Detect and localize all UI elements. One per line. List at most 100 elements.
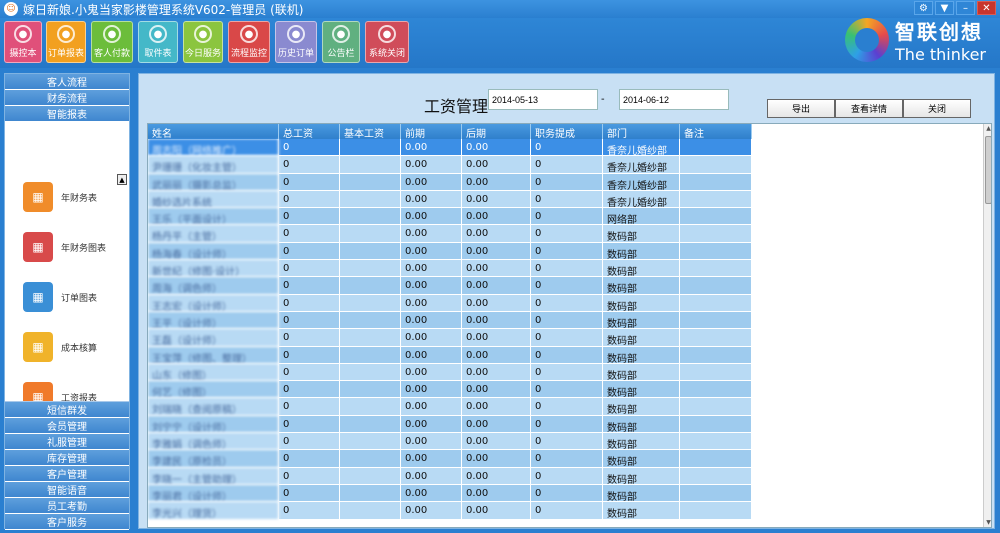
table-row[interactable]: 刘宁宁（设计师） 0 0.00 0.00 0 数码部 (148, 415, 752, 434)
table-cell: 0.00 (401, 329, 462, 347)
table-cell (340, 156, 401, 174)
delivery-icon: ● (149, 25, 167, 43)
table-row[interactable]: 李雅娟（调色师） 0 0.00 0.00 0 数码部 (148, 433, 752, 451)
sidebar-section-7[interactable]: 客户服务 (5, 514, 129, 530)
table-row[interactable]: 李晓一（主管助理） 0 0.00 0.00 0 数码部 (148, 467, 752, 485)
sidebar-report-item[interactable]: ▦ 成本核算 (23, 332, 97, 362)
toolbar-button-4[interactable]: ● 今日服务 (183, 21, 223, 63)
table-cell (680, 346, 752, 364)
toolbar-button-6[interactable]: ● 历史订单 (275, 21, 317, 63)
skin-icon[interactable]: ▼ (935, 1, 954, 15)
table-cell (680, 156, 752, 174)
table-row[interactable]: 周志阳（网络推广） 0 0.00 0.00 0 香奈儿婚纱部 (148, 139, 752, 157)
table-cell: 0.00 (401, 277, 462, 295)
sidebar-section-6[interactable]: 员工考勤 (5, 498, 129, 514)
table-row[interactable]: 王乐（平面设计） 0 0.00 0.00 0 网络部 (148, 208, 752, 226)
column-header[interactable]: 基本工资 (340, 124, 401, 140)
table-row[interactable]: 山东（修图） 0 0.00 0.00 0 数码部 (148, 363, 752, 382)
sidebar-section-2[interactable]: 礼服管理 (5, 434, 129, 450)
settings-icon[interactable]: ⚙ (914, 1, 933, 15)
table-cell: 数码部 (603, 346, 680, 364)
table-row[interactable]: 武丽丽（摄影总监） 0 0.00 0.00 0 香奈儿婚纱部 (148, 173, 752, 191)
scroll-up-icon[interactable]: ▲ (984, 124, 991, 133)
sidebar-report-item[interactable]: ▦ 订单图表 (23, 282, 97, 312)
table-scrollbar[interactable]: ▲ ▼ (983, 124, 991, 527)
sidebar-section-2[interactable]: 智能报表 (5, 106, 129, 122)
toolbar-button-2[interactable]: ● 客人付款 (91, 21, 133, 63)
table-cell: 0 (279, 260, 340, 278)
table-cell: 0 (279, 311, 340, 330)
table-cell: 0 (279, 139, 340, 157)
sidebar-section-4[interactable]: 客户管理 (5, 466, 129, 482)
calc-icon: ▦ (23, 332, 53, 362)
table-cell: 0.00 (462, 329, 531, 347)
table-cell: 0.00 (462, 225, 531, 243)
table-cell: 0.00 (401, 398, 462, 416)
table-row[interactable]: 何艺（修图） 0 0.00 0.00 0 数码部 (148, 381, 752, 399)
table-row[interactable]: 周海（调色师） 0 0.00 0.00 0 数码部 (148, 277, 752, 295)
column-header[interactable]: 备注 (680, 124, 752, 140)
table-row[interactable]: 新世纪（修图·设计） 0 0.00 0.00 0 数码部 (148, 260, 752, 278)
scroll-up-icon[interactable]: ▲ (117, 174, 127, 185)
table-row[interactable]: 王宝萍（修图、整理） 0 0.00 0.00 0 数码部 (148, 346, 752, 364)
table-cell: 李晓一（主管助理） (148, 467, 279, 485)
table-cell: 杨丹平（主管） (148, 225, 279, 243)
table-icon: ▦ (23, 282, 53, 312)
column-header[interactable]: 部门 (603, 124, 680, 140)
sidebar-section-0[interactable]: 短信群发 (5, 402, 129, 418)
sidebar-section-5[interactable]: 智能语音 (5, 482, 129, 498)
table-cell: 0 (279, 173, 340, 191)
table-row[interactable]: 李丽君（设计师） 0 0.00 0.00 0 数码部 (148, 484, 752, 503)
table-cell: 0 (279, 502, 340, 520)
table-cell: 0 (531, 190, 603, 209)
table-cell: 0.00 (401, 294, 462, 312)
table-cell: 0.00 (462, 433, 531, 451)
view-detail-button[interactable]: 查看详情 (835, 99, 903, 118)
sidebar-section-1[interactable]: 财务流程 (5, 90, 129, 106)
toolbar-button-7[interactable]: ● 公告栏 (322, 21, 360, 63)
sidebar-report-item[interactable]: ▦ 年财务表 (23, 182, 97, 212)
close-button[interactable]: 关闭 (903, 99, 971, 118)
table-row[interactable]: 刘瑞晓（查阅原稿） 0 0.00 0.00 0 数码部 (148, 398, 752, 416)
toolbar-button-5[interactable]: ● 流程监控 (228, 21, 270, 63)
sidebar-section-3[interactable]: 库存管理 (5, 450, 129, 466)
sidebar-report-item[interactable]: ▦ 年财务图表 (23, 232, 106, 262)
close-icon[interactable]: ✕ (977, 1, 996, 15)
table-row[interactable]: 李光兴（理货） 0 0.00 0.00 0 数码部 (148, 502, 752, 520)
table-row[interactable]: 杨丹平（主管） 0 0.00 0.00 0 数码部 (148, 225, 752, 243)
date-to-input[interactable] (619, 89, 729, 110)
column-header[interactable]: 姓名 (148, 124, 279, 140)
table-cell: 0.00 (462, 260, 531, 278)
scroll-thumb[interactable] (985, 136, 991, 204)
column-header[interactable]: 后期 (462, 124, 531, 140)
table-row[interactable]: 王志宏（设计师） 0 0.00 0.00 0 数码部 (148, 294, 752, 312)
sidebar-section-1[interactable]: 会员管理 (5, 418, 129, 434)
minimize-icon[interactable]: – (956, 1, 975, 15)
table-row[interactable]: 尹珊珊（化妆主管） 0 0.00 0.00 0 香奈儿婚纱部 (148, 156, 752, 174)
sidebar-report-item[interactable]: ▦ 工资报表 (23, 382, 97, 401)
date-from-input[interactable] (488, 89, 598, 110)
toolbar-button-0[interactable]: ● 摄控本 (4, 21, 42, 63)
table-cell: 0 (531, 139, 603, 157)
toolbar-button-3[interactable]: ● 取件表 (138, 21, 178, 63)
table-row[interactable]: 王平（设计师） 0 0.00 0.00 0 数码部 (148, 311, 752, 330)
column-header[interactable]: 总工资 (279, 124, 340, 140)
table-cell: 0 (279, 242, 340, 261)
table-row[interactable]: 王磊（设计师） 0 0.00 0.00 0 数码部 (148, 329, 752, 347)
column-header[interactable]: 职务提成 (531, 124, 603, 140)
toolbar-button-1[interactable]: ● 订单报表 (46, 21, 86, 63)
table-cell (680, 311, 752, 330)
sidebar-section-0[interactable]: 客人流程 (5, 74, 129, 90)
megaphone-icon: ● (332, 25, 350, 43)
column-header[interactable]: 前期 (401, 124, 462, 140)
table-row[interactable]: 李建民（原检员） 0 0.00 0.00 0 数码部 (148, 450, 752, 468)
export-button[interactable]: 导出 (767, 99, 835, 118)
table-row[interactable]: 杨海春（设计师） 0 0.00 0.00 0 数码部 (148, 242, 752, 261)
scroll-down-icon[interactable]: ▼ (984, 518, 991, 527)
table-row[interactable]: 婚纱选片系统 0 0.00 0.00 0 香奈儿婚纱部 (148, 190, 752, 209)
table-cell (680, 484, 752, 503)
table-cell (680, 260, 752, 278)
table-cell: 0 (531, 311, 603, 330)
toolbar-button-8[interactable]: ● 系统关闭 (365, 21, 409, 63)
table-cell: 0 (279, 346, 340, 364)
